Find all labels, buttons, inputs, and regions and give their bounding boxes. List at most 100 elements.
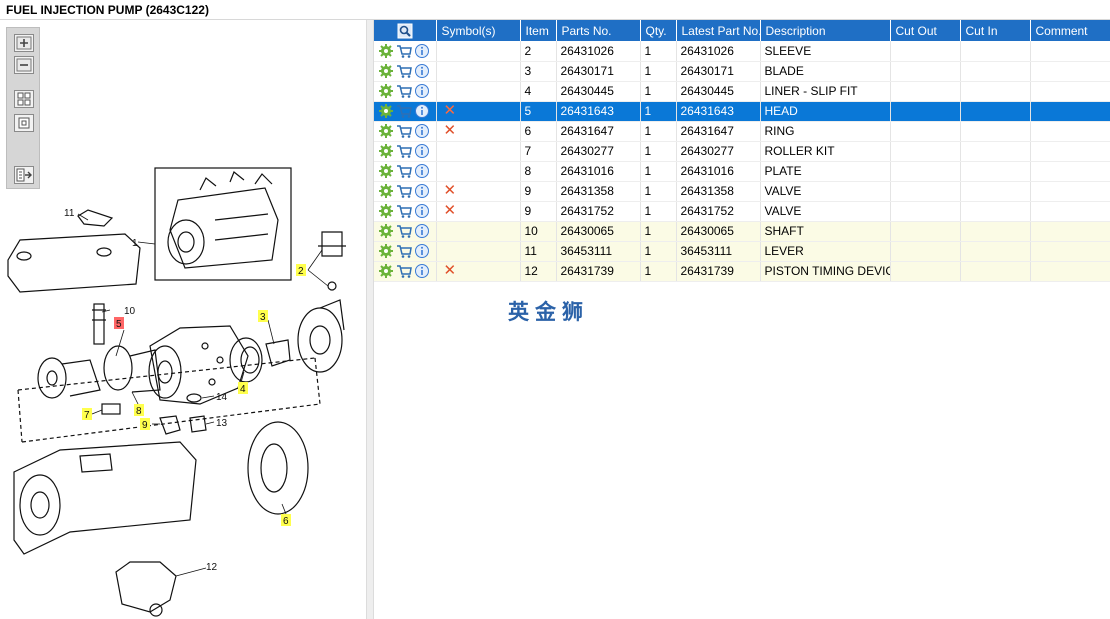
cell-part-no: 26430277 xyxy=(556,141,641,162)
exploded-parts-diagram[interactable]: 1 2 3 4 5 6 7 8 9 10 11 12 13 14 xyxy=(0,160,366,619)
info-icon[interactable] xyxy=(414,223,430,239)
callout-6[interactable]: 6 xyxy=(283,516,289,527)
cart-icon[interactable] xyxy=(396,243,412,259)
pane-splitter[interactable] xyxy=(366,20,374,619)
column-header-symbols[interactable]: Symbol(s) xyxy=(436,20,521,41)
callout-1[interactable]: 1 xyxy=(132,238,138,249)
cart-icon[interactable] xyxy=(396,103,412,119)
callout-11[interactable]: 11 xyxy=(64,208,75,219)
info-icon[interactable] xyxy=(414,263,430,279)
table-row[interactable]: 11 36453111 1 36453111 LEVER xyxy=(374,241,1110,262)
cart-icon[interactable] xyxy=(396,63,412,79)
cell-part-no: 26431752 xyxy=(556,201,641,222)
actual-size-button[interactable] xyxy=(14,114,34,132)
info-icon[interactable] xyxy=(414,183,430,199)
column-header-comment[interactable]: Comment xyxy=(1030,20,1110,41)
row-actions xyxy=(378,203,432,219)
cart-icon[interactable] xyxy=(396,263,412,279)
cell-cut-out xyxy=(890,41,961,62)
table-row[interactable]: 8 26431016 1 26431016 PLATE xyxy=(374,161,1110,182)
callout-4[interactable]: 4 xyxy=(240,384,246,395)
cart-icon[interactable] xyxy=(396,203,412,219)
page-title: FUEL INJECTION PUMP (2643C122) xyxy=(6,3,209,17)
zoom-in-button[interactable] xyxy=(14,34,34,52)
info-icon[interactable] xyxy=(414,143,430,159)
info-icon[interactable] xyxy=(414,203,430,219)
callout-13[interactable]: 13 xyxy=(216,418,228,429)
callout-2[interactable]: 2 xyxy=(298,266,304,277)
cell-symbol xyxy=(436,81,521,102)
callout-14[interactable]: 14 xyxy=(216,392,228,403)
column-header-latest-part-no[interactable]: Latest Part No. xyxy=(676,20,761,41)
gear-icon[interactable] xyxy=(378,183,394,199)
diagram-pane[interactable]: 1 2 3 4 5 6 7 8 9 10 11 12 13 14 xyxy=(0,20,366,619)
column-header-actions[interactable] xyxy=(374,20,437,41)
info-icon[interactable] xyxy=(414,243,430,259)
column-header-cut-out[interactable]: Cut Out xyxy=(890,20,961,41)
cell-cut-in xyxy=(960,261,1031,282)
cart-icon[interactable] xyxy=(396,143,412,159)
row-actions xyxy=(378,103,432,119)
table-row[interactable]: ✕ 5 26431643 1 26431643 HEAD xyxy=(374,101,1110,122)
search-part-icon[interactable] xyxy=(397,23,413,39)
table-row[interactable]: ✕ 9 26431358 1 26431358 VALVE xyxy=(374,181,1110,202)
gear-icon[interactable] xyxy=(378,83,394,99)
gear-icon[interactable] xyxy=(378,203,394,219)
gear-icon[interactable] xyxy=(378,263,394,279)
gear-icon[interactable] xyxy=(378,43,394,59)
cell-item: 2 xyxy=(520,41,557,62)
cart-icon[interactable] xyxy=(396,163,412,179)
table-row[interactable]: 3 26430171 1 26430171 BLADE xyxy=(374,61,1110,82)
callout-5[interactable]: 5 xyxy=(116,319,122,330)
cell-qty: 1 xyxy=(640,121,677,142)
callout-8[interactable]: 8 xyxy=(136,406,142,417)
callout-9[interactable]: 9 xyxy=(142,420,148,431)
column-header-qty[interactable]: Qty. xyxy=(640,20,677,41)
callout-10[interactable]: 10 xyxy=(124,306,136,317)
column-header-cut-in[interactable]: Cut In xyxy=(960,20,1031,41)
parts-grid: Symbol(s) Item Parts No. Qty. Latest Par… xyxy=(374,20,1110,619)
cell-description: SHAFT xyxy=(760,221,891,242)
info-icon[interactable] xyxy=(414,163,430,179)
column-header-description[interactable]: Description xyxy=(760,20,891,41)
callout-3[interactable]: 3 xyxy=(260,312,266,323)
gear-icon[interactable] xyxy=(378,103,394,119)
cell-part-no: 26431739 xyxy=(556,261,641,282)
table-row[interactable]: 7 26430277 1 26430277 ROLLER KIT xyxy=(374,141,1110,162)
cart-icon[interactable] xyxy=(396,123,412,139)
callout-7[interactable]: 7 xyxy=(84,410,90,421)
cell-cut-out xyxy=(890,81,961,102)
table-row[interactable]: ✕ 9 26431752 1 26431752 VALVE xyxy=(374,201,1110,222)
info-icon[interactable] xyxy=(414,83,430,99)
gear-icon[interactable] xyxy=(378,143,394,159)
table-row[interactable]: ✕ 6 26431647 1 26431647 RING xyxy=(374,121,1110,142)
gear-icon[interactable] xyxy=(378,63,394,79)
cart-icon[interactable] xyxy=(396,183,412,199)
column-header-item[interactable]: Item xyxy=(520,20,557,41)
table-row[interactable]: ✕ 12 26431739 1 26431739 PISTON TIMING DEVICE xyxy=(374,261,1110,282)
delete-mark-icon xyxy=(441,42,444,59)
gear-icon[interactable] xyxy=(378,163,394,179)
row-actions-cell xyxy=(374,81,437,102)
row-actions-cell xyxy=(374,41,437,62)
info-icon[interactable] xyxy=(414,43,430,59)
column-header-parts-no[interactable]: Parts No. xyxy=(556,20,641,41)
cell-description: BLADE xyxy=(760,61,891,82)
table-row[interactable]: 4 26430445 1 26430445 LINER - SLIP FIT xyxy=(374,81,1110,102)
cell-qty: 1 xyxy=(640,201,677,222)
gear-icon[interactable] xyxy=(378,123,394,139)
gear-icon[interactable] xyxy=(378,223,394,239)
fit-all-button[interactable] xyxy=(14,90,34,108)
cart-icon[interactable] xyxy=(396,223,412,239)
table-row[interactable]: 2 26431026 1 26431026 SLEEVE xyxy=(374,41,1110,62)
gear-icon[interactable] xyxy=(378,243,394,259)
row-actions-cell xyxy=(374,181,437,202)
table-row[interactable]: 10 26430065 1 26430065 SHAFT xyxy=(374,221,1110,242)
zoom-out-button[interactable] xyxy=(14,56,34,74)
info-icon[interactable] xyxy=(414,103,430,119)
info-icon[interactable] xyxy=(414,123,430,139)
info-icon[interactable] xyxy=(414,63,430,79)
cart-icon[interactable] xyxy=(396,83,412,99)
cart-icon[interactable] xyxy=(396,43,412,59)
callout-12[interactable]: 12 xyxy=(206,562,218,573)
